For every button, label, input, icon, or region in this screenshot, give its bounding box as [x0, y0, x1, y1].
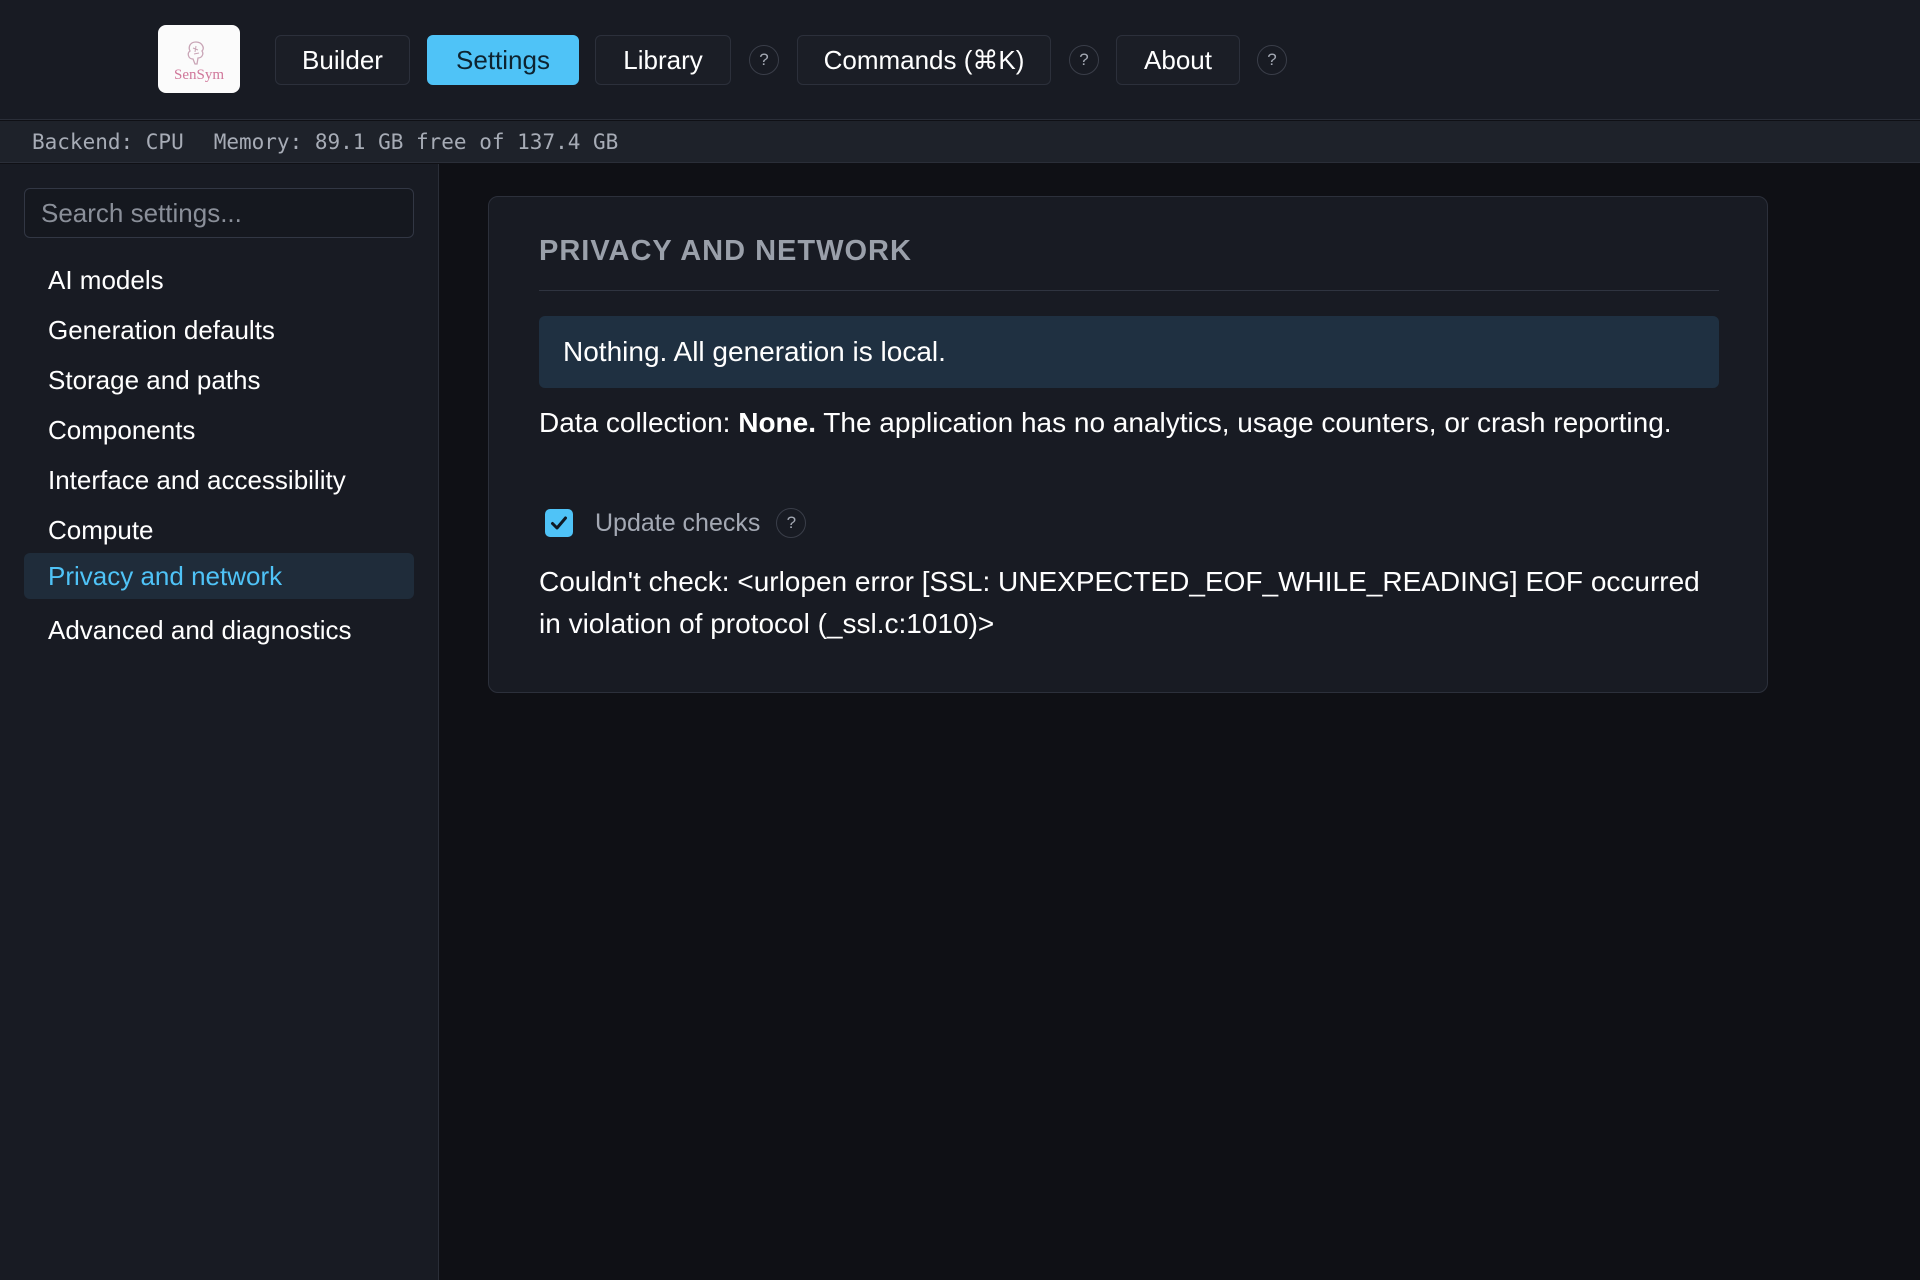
sidebar-item-components[interactable]: Components: [24, 407, 414, 453]
checkmark-icon: [551, 516, 567, 530]
data-collection-text: Data collection: None. The application h…: [539, 402, 1679, 444]
sidebar-item-advanced-and-diagnostics[interactable]: Advanced and diagnostics: [24, 607, 414, 653]
update-checks-label[interactable]: Update checks: [595, 509, 760, 538]
settings-tab[interactable]: Settings: [427, 35, 579, 85]
sidebar-item-interface-and-accessibility[interactable]: Interface and accessibility: [24, 457, 414, 503]
settings-search-input[interactable]: [24, 188, 414, 238]
sidebar-item-compute[interactable]: Compute: [24, 507, 414, 553]
about-help-icon[interactable]: ?: [1257, 45, 1287, 75]
update-checks-row: Update checks ?: [545, 503, 807, 543]
brain-logo-icon: [187, 40, 204, 65]
privacy-network-panel: PRIVACY AND NETWORK Nothing. All generat…: [488, 196, 1768, 693]
sidebar-item-ai-models[interactable]: AI models: [24, 257, 414, 303]
backend-status: Backend: CPU: [32, 129, 184, 154]
settings-sidebar: AI models Generation defaults Storage an…: [0, 164, 439, 1280]
update-checks-help-icon[interactable]: ?: [776, 508, 807, 538]
sidebar-item-storage-and-paths[interactable]: Storage and paths: [24, 357, 414, 403]
about-tab[interactable]: About: [1116, 35, 1240, 85]
commands-button[interactable]: Commands (⌘K): [797, 35, 1051, 85]
sidebar-item-generation-defaults[interactable]: Generation defaults: [24, 307, 414, 353]
status-bar: Backend: CPU Memory: 89.1 GB free of 137…: [0, 121, 1920, 163]
logo-text: SenSym: [173, 66, 224, 83]
commands-help-icon[interactable]: ?: [1069, 45, 1099, 75]
data-collection-value: None.: [738, 407, 816, 438]
memory-status: Memory: 89.1 GB free of 137.4 GB: [213, 129, 619, 154]
info-callout: Nothing. All generation is local.: [539, 316, 1719, 388]
update-checks-checkbox[interactable]: [545, 509, 573, 537]
library-tab[interactable]: Library: [595, 35, 731, 85]
sidebar-item-privacy-and-network[interactable]: Privacy and network: [24, 553, 414, 599]
panel-title: PRIVACY AND NETWORK: [539, 235, 912, 267]
info-callout-text: Nothing. All generation is local.: [563, 336, 946, 367]
top-bar: SenSym Builder Settings Library ? Comman…: [0, 0, 1920, 120]
library-help-icon[interactable]: ?: [749, 45, 779, 75]
data-collection-description: The application has no analytics, usage …: [823, 407, 1672, 438]
data-collection-label: Data collection:: [539, 407, 731, 438]
app-logo[interactable]: SenSym: [158, 25, 240, 93]
title-divider: [539, 290, 1719, 291]
update-check-error-text: Couldn't check: <urlopen error [SSL: UNE…: [539, 566, 1700, 639]
builder-tab[interactable]: Builder: [275, 35, 410, 85]
